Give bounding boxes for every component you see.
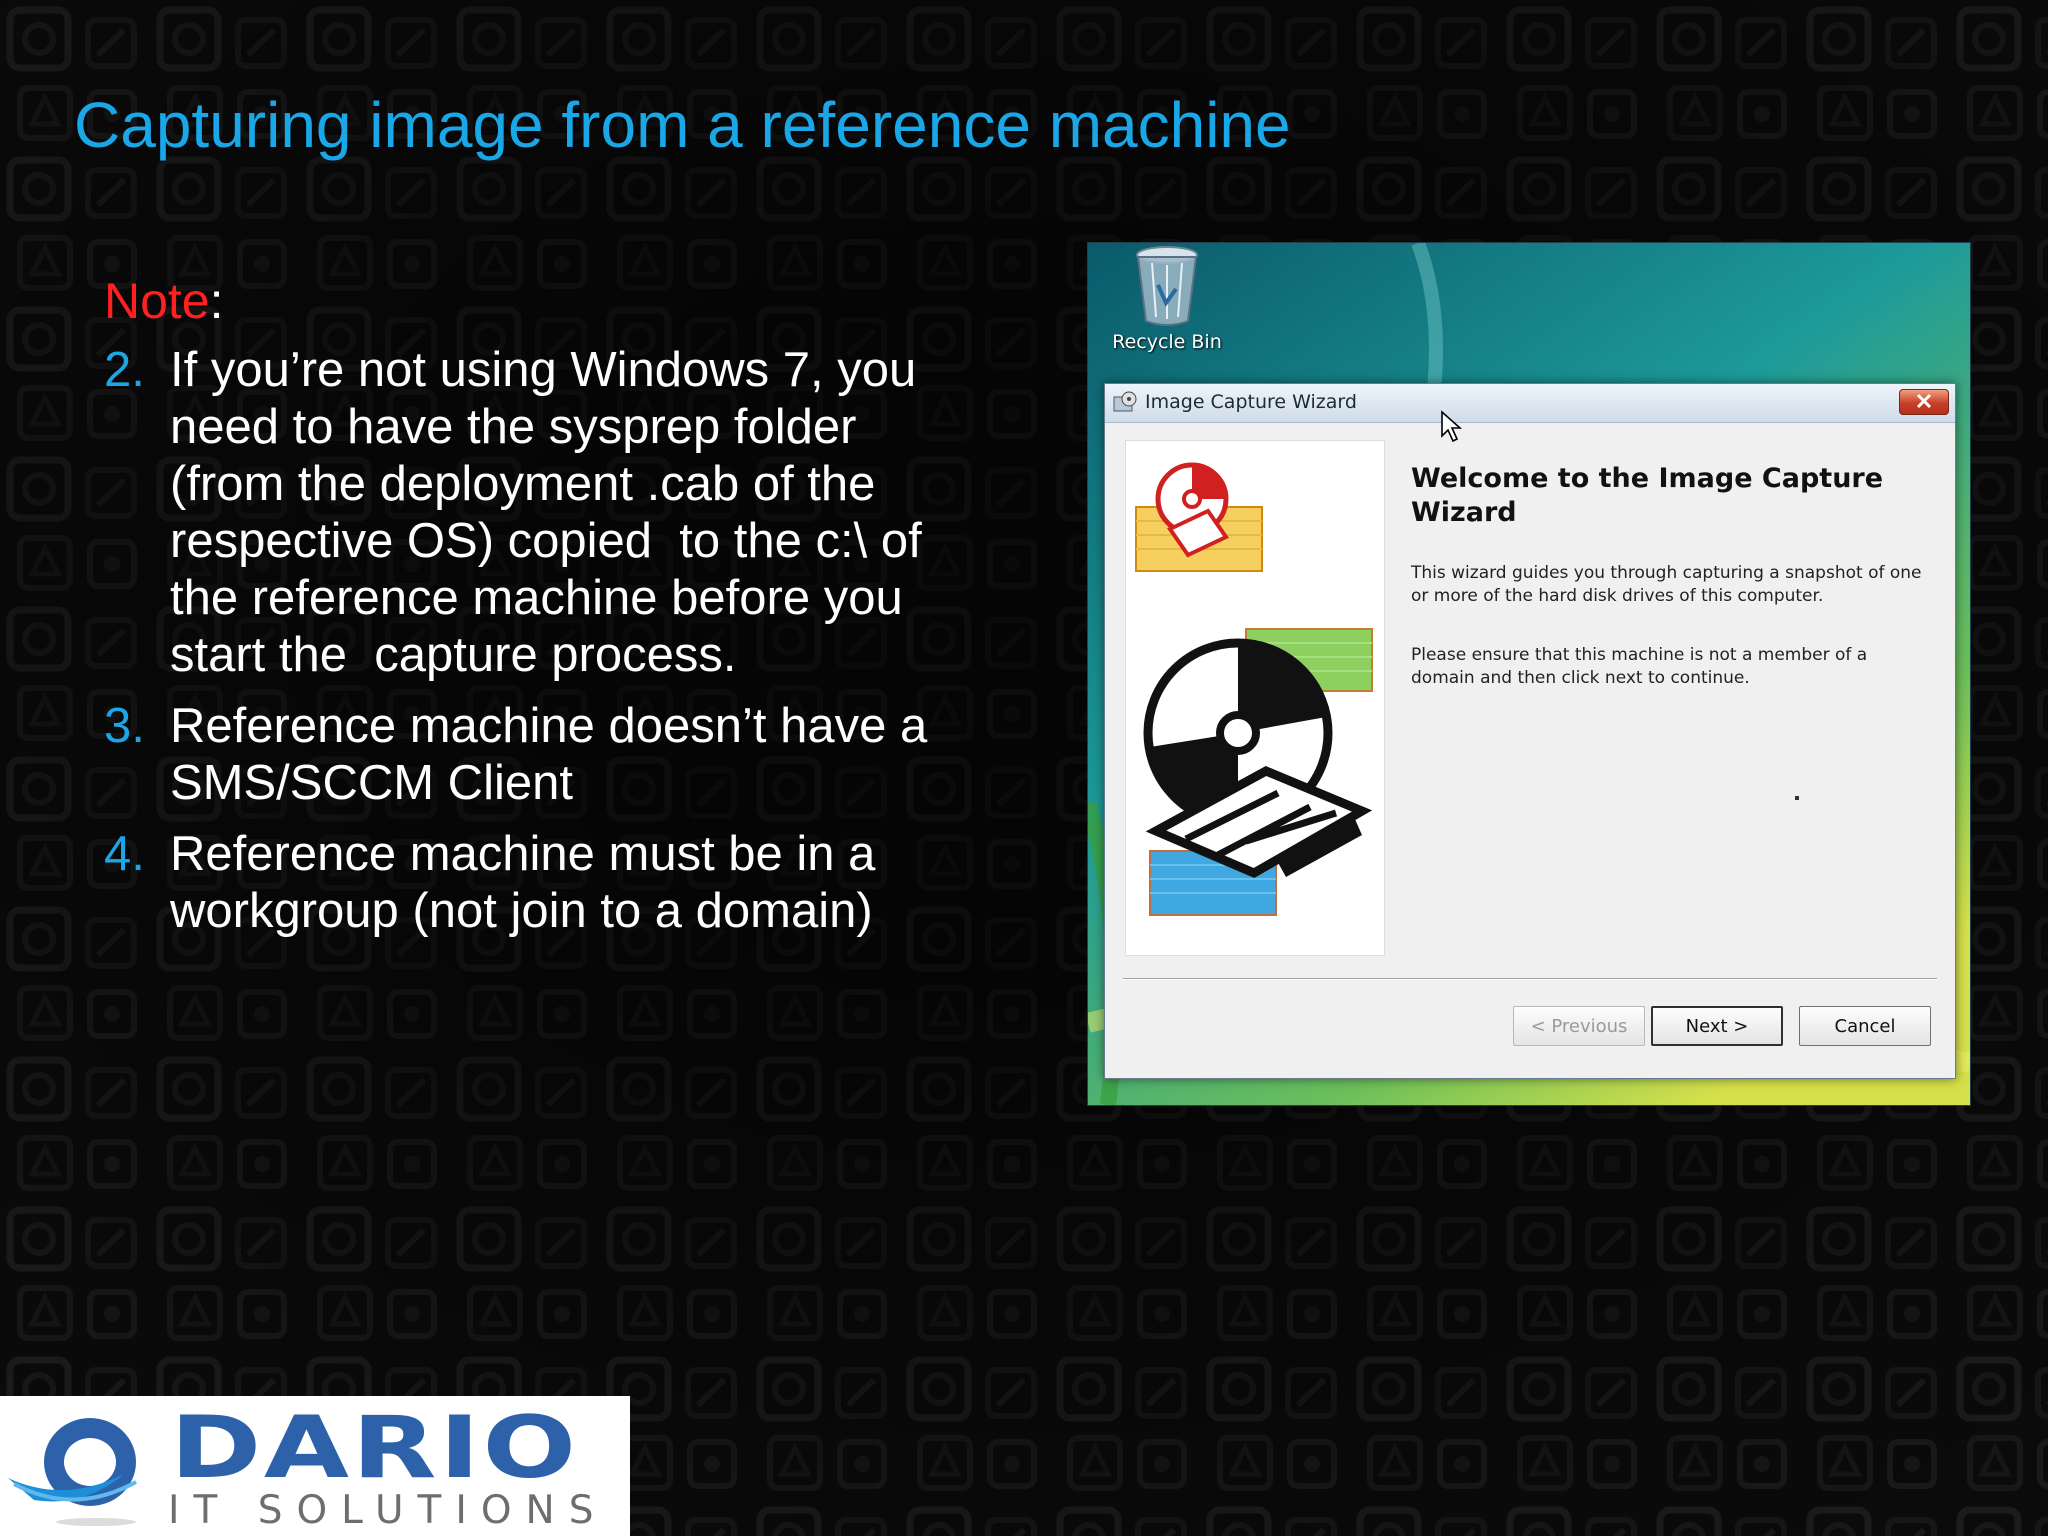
- next-button[interactable]: Next >: [1651, 1006, 1783, 1046]
- recycle-bin-label: Recycle Bin: [1112, 331, 1222, 353]
- list-item-text: Reference machine must be in a workgroup…: [170, 827, 890, 938]
- note-label: Note: [104, 273, 210, 329]
- wizard-app-icon: [1113, 391, 1137, 412]
- slide-title: Capturing image from a reference machine: [74, 89, 1291, 161]
- list-item: 3. Reference machine doesn’t have a SMS/…: [104, 698, 984, 812]
- logo-wordmark: DARIO: [170, 1398, 579, 1498]
- recycle-bin-icon: [1136, 246, 1198, 326]
- wizard-heading: Welcome to the Image Capture Wizard: [1411, 463, 1884, 528]
- stray-dot: [1795, 796, 1799, 800]
- company-logo: DARIO IT SOLUTIONS: [0, 1396, 630, 1536]
- wizard-description: This wizard guides you through capturing…: [1411, 563, 1922, 606]
- numbered-list: 2. If you’re not using Windows 7, you ne…: [104, 342, 984, 954]
- mouse-cursor-icon: [1441, 410, 1463, 443]
- close-icon: [1916, 393, 1932, 409]
- cancel-button[interactable]: Cancel: [1799, 1006, 1931, 1046]
- list-item-text: Reference machine doesn’t have a SMS/SCC…: [170, 699, 941, 810]
- list-item: 2. If you’re not using Windows 7, you ne…: [104, 342, 984, 684]
- list-item-number: 3.: [104, 699, 145, 753]
- image-capture-wizard-window: Image Capture Wizard Welcome to the Imag…: [1104, 383, 1956, 1079]
- wizard-titlebar[interactable]: Image Capture Wizard: [1105, 384, 1955, 423]
- wizard-instruction: Please ensure that this machine is not a…: [1411, 645, 1868, 688]
- note-colon: :: [209, 273, 224, 329]
- list-item-number: 2.: [104, 343, 145, 397]
- list-item-number: 4.: [104, 827, 145, 881]
- button-separator: [1123, 978, 1937, 980]
- wizard-illustration: [1125, 440, 1385, 956]
- list-item: 4. Reference machine must be in a workgr…: [104, 826, 984, 940]
- cd-disk-icon: [1135, 462, 1373, 916]
- wizard-title: Image Capture Wizard: [1145, 391, 1357, 413]
- recycle-bin-desktop-icon[interactable]: Recycle Bin: [1102, 245, 1232, 353]
- logo-tagline: IT SOLUTIONS: [168, 1488, 608, 1533]
- note-heading: Note:: [104, 272, 224, 330]
- logo-swirl-icon: [8, 1418, 137, 1526]
- list-item-text: If you’re not using Windows 7, you need …: [170, 343, 936, 682]
- close-button[interactable]: [1899, 389, 1949, 415]
- previous-button[interactable]: < Previous: [1513, 1006, 1645, 1046]
- embedded-screenshot: Recycle Bin Image Capture Wizard Welcome…: [1087, 242, 1971, 1106]
